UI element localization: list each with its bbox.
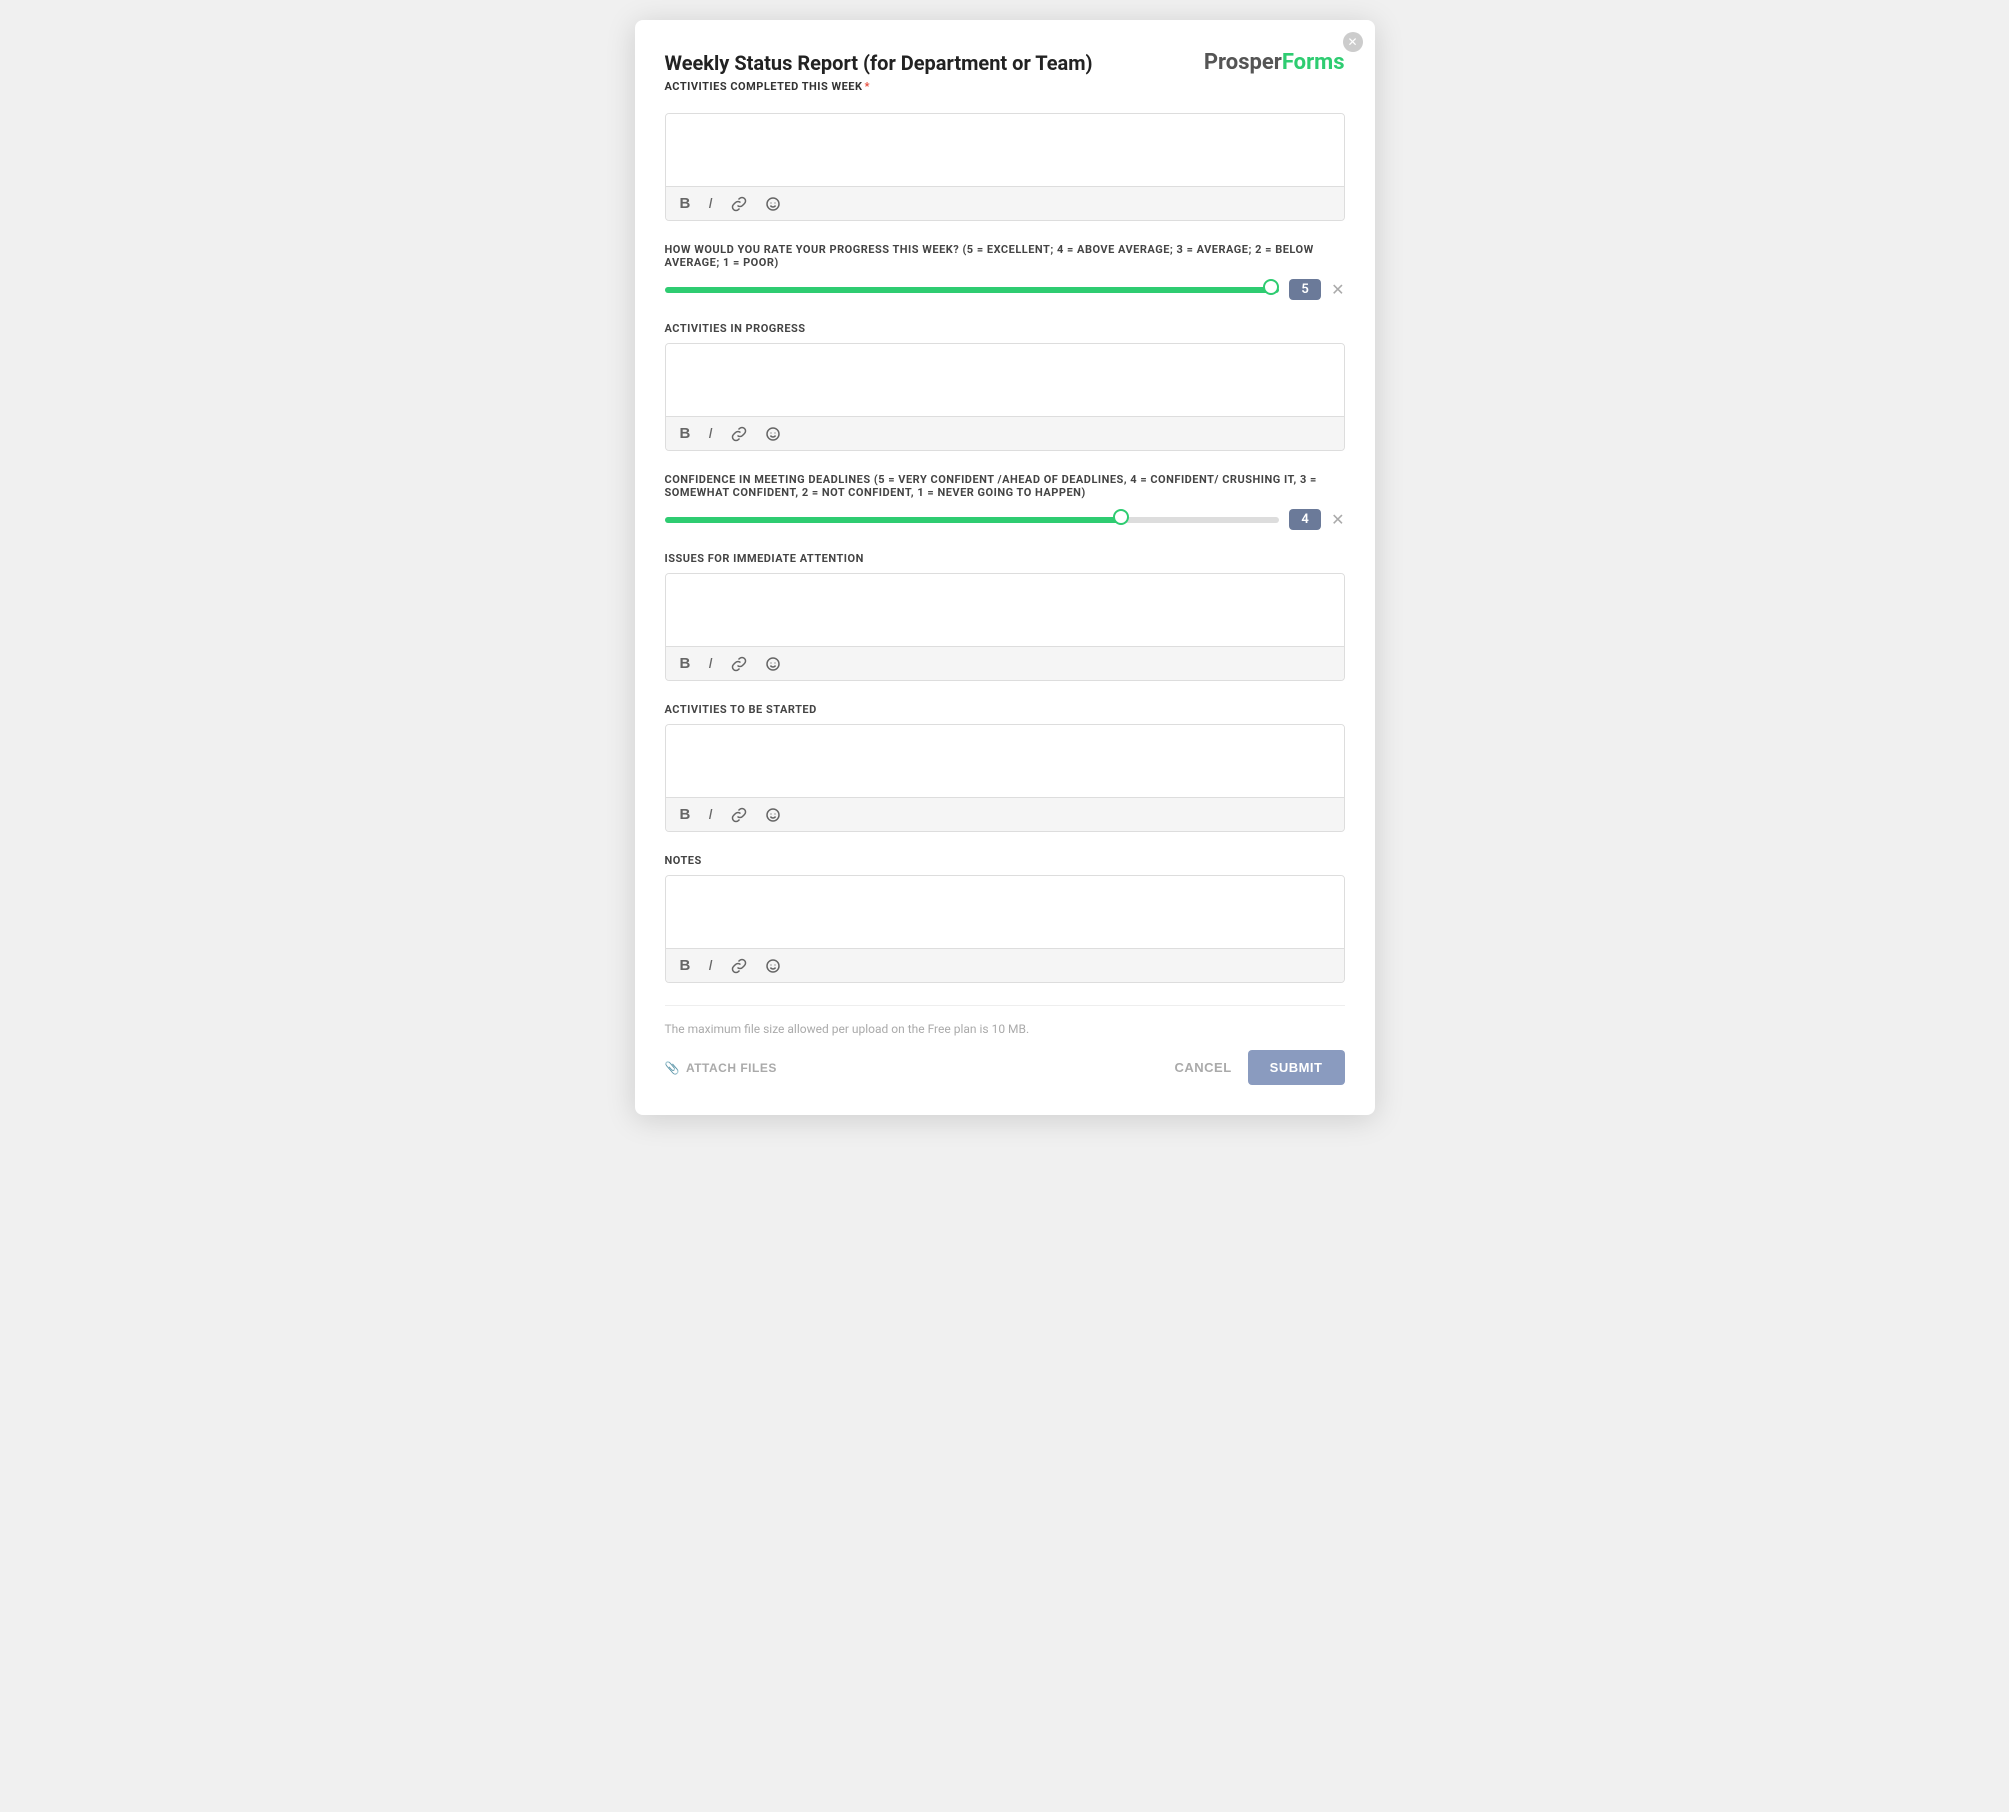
italic-button-1[interactable]: I [704,193,716,214]
issues-attention-section: ISSUES FOR IMMEDIATE ATTENTION B I [665,552,1345,681]
attach-files-button[interactable]: 📎 ATTACH FILES [665,1061,777,1075]
confidence-deadlines-track[interactable] [665,517,1280,523]
confidence-deadlines-value: 4 [1289,509,1321,530]
required-indicator: * [865,80,871,93]
progress-rating-value: 5 [1289,279,1321,300]
activities-completed-section: B I [665,113,1345,221]
emoji-button-1[interactable] [761,194,785,214]
confidence-deadlines-input[interactable] [665,517,1280,523]
italic-button-5[interactable]: I [704,955,716,976]
footer-right-buttons: CANCEL SUBMIT [1174,1050,1344,1085]
footer-actions: 📎 ATTACH FILES CANCEL SUBMIT [665,1050,1345,1085]
progress-rating-row: 5 ✕ [665,279,1345,300]
footer-section: The maximum file size allowed per upload… [665,1005,1345,1085]
activities-to-start-input[interactable] [666,725,1344,793]
link-button-4[interactable] [727,805,751,825]
emoji-button-3[interactable] [761,654,785,674]
activities-in-progress-input[interactable] [666,344,1344,412]
brand-prosper: Prosper [1204,50,1282,75]
issues-attention-label: ISSUES FOR IMMEDIATE ATTENTION [665,552,1345,565]
notes-label: NOTES [665,854,1345,867]
italic-button-3[interactable]: I [704,653,716,674]
link-button-1[interactable] [727,194,751,214]
confidence-deadlines-section: CONFIDENCE IN MEETING DEADLINES (5 = VER… [665,473,1345,530]
italic-button-2[interactable]: I [704,423,716,444]
bold-button-5[interactable]: B [676,955,695,976]
issues-attention-input[interactable] [666,574,1344,642]
cancel-button[interactable]: CANCEL [1174,1060,1231,1075]
form-title: Weekly Status Report (for Department or … [665,50,1184,76]
link-button-2[interactable] [727,424,751,444]
emoji-button-4[interactable] [761,805,785,825]
progress-rating-track[interactable] [665,287,1280,293]
notes-input[interactable] [666,876,1344,944]
issues-attention-toolbar: B I [666,646,1344,680]
notes-section: NOTES B I [665,854,1345,983]
close-button[interactable]: ✕ [1343,32,1363,52]
activities-to-start-section: ACTIVITIES TO BE STARTED B I [665,703,1345,832]
italic-button-4[interactable]: I [704,804,716,825]
brand-forms: Forms [1282,50,1345,75]
progress-rating-input[interactable] [665,287,1280,293]
emoji-button-2[interactable] [761,424,785,444]
bold-button-3[interactable]: B [676,653,695,674]
activities-in-progress-section: ACTIVITIES IN PROGRESS B I [665,322,1345,451]
confidence-deadlines-row: 4 ✕ [665,509,1345,530]
progress-rating-clear[interactable]: ✕ [1331,280,1344,300]
brand-logo: ProsperForms [1204,50,1345,75]
confidence-deadlines-label: CONFIDENCE IN MEETING DEADLINES (5 = VER… [665,473,1345,499]
link-button-5[interactable] [727,956,751,976]
confidence-deadlines-clear[interactable]: ✕ [1331,510,1344,530]
bold-button-4[interactable]: B [676,804,695,825]
progress-rating-label: HOW WOULD YOU RATE YOUR PROGRESS THIS WE… [665,243,1345,269]
form-subtitle: ACTIVITIES COMPLETED THIS WEEK* [665,80,1184,93]
submit-button[interactable]: SUBMIT [1248,1050,1345,1085]
notes-toolbar: B I [666,948,1344,982]
activities-completed-toolbar: B I [666,186,1344,220]
activities-in-progress-toolbar: B I [666,416,1344,450]
attach-files-label: ATTACH FILES [686,1061,777,1075]
modal-container: ✕ Weekly Status Report (for Department o… [635,20,1375,1115]
notes-editor: B I [665,875,1345,983]
file-size-note: The maximum file size allowed per upload… [665,1022,1345,1036]
progress-rating-section: HOW WOULD YOU RATE YOUR PROGRESS THIS WE… [665,243,1345,300]
activities-completed-editor: B I [665,113,1345,221]
bold-button-1[interactable]: B [676,193,695,214]
activities-in-progress-editor: B I [665,343,1345,451]
activities-completed-input[interactable] [666,114,1344,182]
activities-to-start-label: ACTIVITIES TO BE STARTED [665,703,1345,716]
modal-header: Weekly Status Report (for Department or … [665,50,1345,93]
activities-in-progress-label: ACTIVITIES IN PROGRESS [665,322,1345,335]
bold-button-2[interactable]: B [676,423,695,444]
link-button-3[interactable] [727,654,751,674]
issues-attention-editor: B I [665,573,1345,681]
activities-to-start-editor: B I [665,724,1345,832]
emoji-button-5[interactable] [761,956,785,976]
activities-to-start-toolbar: B I [666,797,1344,831]
title-block: Weekly Status Report (for Department or … [665,50,1184,93]
paperclip-icon: 📎 [665,1061,680,1075]
